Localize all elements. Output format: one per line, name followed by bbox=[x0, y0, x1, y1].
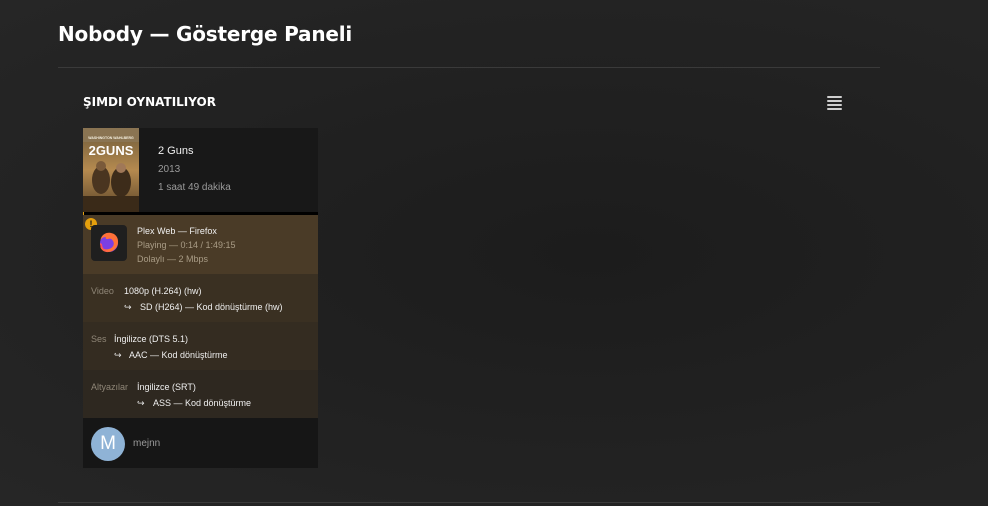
transcode-arrow-icon: ↪ bbox=[124, 302, 132, 312]
subtitles-source: İngilizce (SRT) bbox=[137, 382, 196, 392]
avatar[interactable]: M bbox=[91, 427, 125, 461]
page-title: Nobody — Gösterge Paneli bbox=[58, 22, 353, 46]
user-row[interactable]: M mejnn bbox=[83, 418, 318, 468]
subtitles-transcode: ASS — Kod dönüştürme bbox=[153, 398, 252, 408]
player-info[interactable]: ! Plex Web — Firefox Playing — 0:14 / 1:… bbox=[83, 215, 318, 274]
poster-title: 2GUNS bbox=[89, 143, 134, 158]
playback-state: Playing — 0:14 / 1:49:15 bbox=[137, 240, 236, 250]
audio-source: İngilizce (DTS 5.1) bbox=[114, 334, 189, 344]
subtitle-stream-row: Altyazılar İngilizce (SRT) ↪ ASS — Kod d… bbox=[83, 370, 318, 418]
now-playing-card[interactable]: WASHINGTON WAHLBERG 2GUNS 2 Guns 2013 1 … bbox=[83, 128, 318, 468]
firefox-icon bbox=[91, 225, 127, 261]
audio-label: Ses bbox=[91, 334, 107, 344]
stream-info: Dolaylı — 2 Mbps bbox=[137, 254, 209, 264]
subtitles-label: Altyazılar bbox=[91, 382, 129, 392]
list-view-icon[interactable] bbox=[826, 96, 844, 110]
transcode-arrow-icon: ↪ bbox=[137, 398, 145, 408]
section-divider bbox=[58, 502, 880, 503]
movie-duration: 1 saat 49 dakika bbox=[158, 182, 231, 193]
header-divider bbox=[58, 67, 880, 68]
video-stream-row: Video 1080p (H.264) (hw) ↪ SD (H264) — K… bbox=[83, 274, 318, 322]
audio-transcode: AAC — Kod dönüştürme bbox=[129, 350, 228, 360]
player-name: Plex Web — Firefox bbox=[137, 226, 217, 236]
movie-title[interactable]: 2 Guns bbox=[158, 145, 193, 157]
video-transcode: SD (H264) — Kod dönüştürme (hw) bbox=[140, 302, 283, 312]
audio-stream-row: Ses İngilizce (DTS 5.1) ↪ AAC — Kod dönü… bbox=[83, 322, 318, 370]
transcode-arrow-icon: ↪ bbox=[114, 350, 122, 360]
video-label: Video bbox=[91, 286, 114, 296]
media-header[interactable]: WASHINGTON WAHLBERG 2GUNS 2 Guns 2013 1 … bbox=[83, 128, 318, 212]
movie-poster[interactable]: WASHINGTON WAHLBERG 2GUNS bbox=[83, 128, 139, 212]
movie-year: 2013 bbox=[158, 164, 181, 175]
username[interactable]: mejnn bbox=[133, 438, 160, 449]
video-source: 1080p (H.264) (hw) bbox=[124, 286, 202, 296]
poster-credits: WASHINGTON WAHLBERG bbox=[88, 136, 134, 140]
now-playing-title: ŞIMDI OYNATILIYOR bbox=[83, 95, 216, 109]
